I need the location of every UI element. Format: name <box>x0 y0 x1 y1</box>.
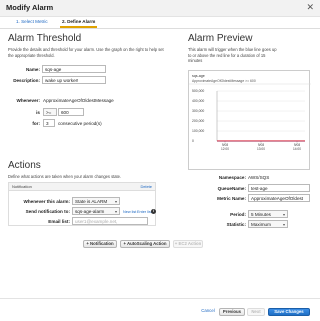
period-label: Period: <box>230 212 246 217</box>
whenever-metric: ApproximateAgeOfOldestMessage <box>43 98 114 103</box>
x-tick-time: 13:00 <box>257 147 265 151</box>
topic-select[interactable]: sqs-age-alarm ▾ <box>72 207 120 215</box>
y-tick-label: 0 <box>192 139 194 143</box>
y-tick-label: 400,000 <box>192 99 204 103</box>
y-tick-label: 200,000 <box>192 119 204 123</box>
preview-heading: Alarm Preview <box>188 33 253 44</box>
threshold-value-input[interactable]: 600 <box>58 108 84 116</box>
whenever-label: Whenever: <box>16 98 41 103</box>
add-ec2-action-button[interactable]: + EC2 Action <box>173 240 203 248</box>
modal-title: Modify Alarm <box>6 3 54 12</box>
y-tick-label: 500,000 <box>192 89 204 93</box>
new-list-link[interactable]: New list <box>123 210 136 214</box>
queue-name-label: QueueName: <box>217 186 246 191</box>
metric-name-label: Metric Name: <box>217 196 246 201</box>
chart-svg: sqs-ageApproximateAgeOfOldestMessage >= … <box>189 74 311 151</box>
alarm-state-select[interactable]: State is ALARM ▾ <box>72 197 120 205</box>
namespace-value: AWS/SQS <box>248 175 270 180</box>
statistic-select[interactable]: Maximum ▾ <box>248 220 288 228</box>
enter-list-link[interactable]: Enter list <box>137 210 152 214</box>
periods-suffix: consecutive period(s) <box>58 121 102 126</box>
cancel-button[interactable]: Cancel <box>198 308 218 316</box>
chevron-down-icon: ▾ <box>282 212 285 217</box>
whenever-alarm-label: Whenever this alarm: <box>23 199 70 204</box>
namespace-label: Namespace: <box>218 175 246 180</box>
previous-button[interactable]: Previous <box>219 308 245 316</box>
delete-notification-link[interactable]: Delete <box>140 184 152 189</box>
threshold-heading: Alarm Threshold <box>8 33 82 44</box>
description-label: Description: <box>13 78 40 83</box>
for-label: for: <box>32 121 40 126</box>
actions-heading: Actions <box>8 160 41 171</box>
y-tick-label: 100,000 <box>192 129 204 133</box>
wizard-steps: 1. Select Metric 2. Define Alarm <box>0 17 320 29</box>
modal-titlebar: Modify Alarm ✕ <box>0 0 320 17</box>
preview-description: This alarm will trigger when the blue li… <box>188 47 277 63</box>
description-input[interactable]: wake up worker! <box>42 76 106 84</box>
save-changes-button[interactable]: Save Changes <box>268 308 310 316</box>
close-icon[interactable]: ✕ <box>306 2 314 13</box>
metric-name-field: ApproximateAgeOfOldest <box>248 194 310 202</box>
periods-input[interactable]: 3 <box>43 119 55 127</box>
operator-select[interactable]: >= <box>43 108 57 116</box>
statistic-label: Statistic: <box>226 222 246 227</box>
name-input[interactable]: sqs-age <box>42 65 106 73</box>
email-list-input[interactable]: user1@example.net, <box>72 217 148 225</box>
threshold-description: Provide the details and threshold for yo… <box>8 47 164 58</box>
footer-divider <box>0 298 320 299</box>
next-button[interactable]: Next <box>247 308 265 316</box>
name-label: Name: <box>25 67 40 72</box>
notification-panel-title: Notification <box>12 184 32 189</box>
y-tick-label: 300,000 <box>192 109 204 113</box>
queue-name-field: test-age <box>248 184 310 192</box>
alarm-preview-chart: sqs-age ApproximateAgeOfOldestMessage >= … <box>188 70 311 170</box>
chevron-down-icon: ▾ <box>114 209 117 214</box>
chart-subtitle: ApproximateAgeOfOldestMessage >= 600 <box>192 79 256 83</box>
email-list-label: Email list: <box>48 219 70 224</box>
add-notification-button[interactable]: + Notification <box>83 240 117 248</box>
notification-panel-header: Notification Delete <box>9 183 155 191</box>
step-select-metric[interactable]: 1. Select Metric <box>14 19 50 26</box>
period-select[interactable]: 5 Minutes ▾ <box>248 210 288 218</box>
x-tick-time: 12:00 <box>221 147 229 151</box>
step-define-alarm[interactable]: 2. Define Alarm <box>60 19 98 28</box>
chevron-down-icon: ▾ <box>282 222 285 227</box>
chart-title: sqs-age <box>192 74 205 78</box>
add-autoscaling-button[interactable]: + AutoScaling Action <box>120 240 170 248</box>
chevron-down-icon: ▾ <box>114 199 117 204</box>
x-tick-time: 14:00 <box>293 147 301 151</box>
is-label: is <box>36 110 40 115</box>
info-icon[interactable]: i <box>151 209 156 214</box>
send-to-label: Send notification to: <box>25 209 70 214</box>
actions-description: Define what actions are taken when your … <box>8 174 122 179</box>
